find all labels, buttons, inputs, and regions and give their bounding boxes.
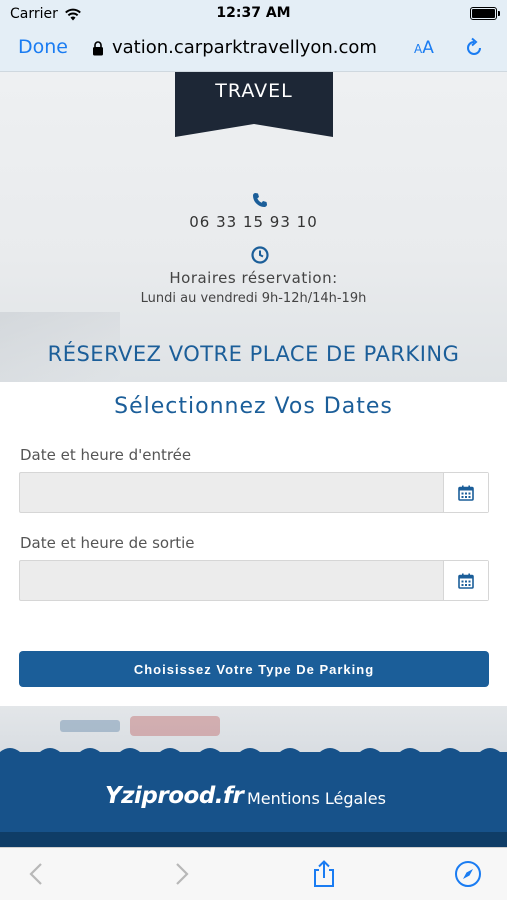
chevron-left-icon <box>29 863 42 885</box>
calendar-icon <box>458 485 474 501</box>
chevron-right-icon <box>176 863 189 885</box>
entry-calendar-button[interactable] <box>443 473 488 512</box>
site-logo[interactable]: TRAVEL <box>175 72 333 137</box>
safari-button[interactable] <box>454 860 482 888</box>
hours-text: Lundi au vendredi 9h-12h/14h-19h <box>140 291 367 306</box>
phone-number[interactable]: 06 33 15 93 10 <box>0 213 507 231</box>
status-bar: Carrier 12:37 AM <box>0 0 507 28</box>
battery-icon <box>470 7 500 20</box>
exit-date-label: Date et heure de sortie <box>20 534 195 552</box>
browser-toolbar <box>0 847 507 900</box>
hero-section: TRAVEL 06 33 15 93 10 Horaires réservati… <box>0 72 507 382</box>
status-time: 12:37 AM <box>216 5 291 21</box>
exit-date-field <box>19 560 489 601</box>
footer-bottom-strip <box>0 832 507 847</box>
reload-icon[interactable] <box>463 37 485 59</box>
footer-wave-divider <box>0 748 507 760</box>
exit-calendar-button[interactable] <box>443 561 488 600</box>
entry-date-label: Date et heure d'entrée <box>20 446 192 464</box>
entry-date-input[interactable] <box>20 473 443 512</box>
forward-button[interactable] <box>168 860 196 888</box>
calendar-icon <box>458 573 474 589</box>
url-address[interactable]: vation.carparktravellyon.com <box>112 37 377 58</box>
phone-icon <box>253 193 267 207</box>
browser-url-bar: Done vation.carparktravellyon.com AA <box>0 28 507 72</box>
share-button[interactable] <box>310 860 338 888</box>
done-button[interactable]: Done <box>18 36 68 58</box>
choose-parking-type-button[interactable]: Choisissez Votre Type De Parking <box>19 651 489 687</box>
legal-notice-link[interactable]: Mentions Légales <box>247 789 386 808</box>
reserve-heading: RÉSERVEZ VOTRE PLACE DE PARKING <box>47 342 460 366</box>
lock-icon <box>93 41 103 56</box>
logo-text: TRAVEL <box>215 80 293 102</box>
exit-date-input[interactable] <box>20 561 443 600</box>
yziprood-logo[interactable]: Yziprood.fr <box>105 783 244 809</box>
text-size-button[interactable]: AA <box>414 38 434 58</box>
share-icon <box>314 860 334 887</box>
compass-icon <box>455 861 481 887</box>
clock-icon <box>251 246 269 264</box>
entry-date-field <box>19 472 489 513</box>
select-dates-title: Sélectionnez Vos Dates <box>114 394 393 419</box>
hours-title: Horaires réservation: <box>169 269 338 287</box>
back-button[interactable] <box>22 860 50 888</box>
